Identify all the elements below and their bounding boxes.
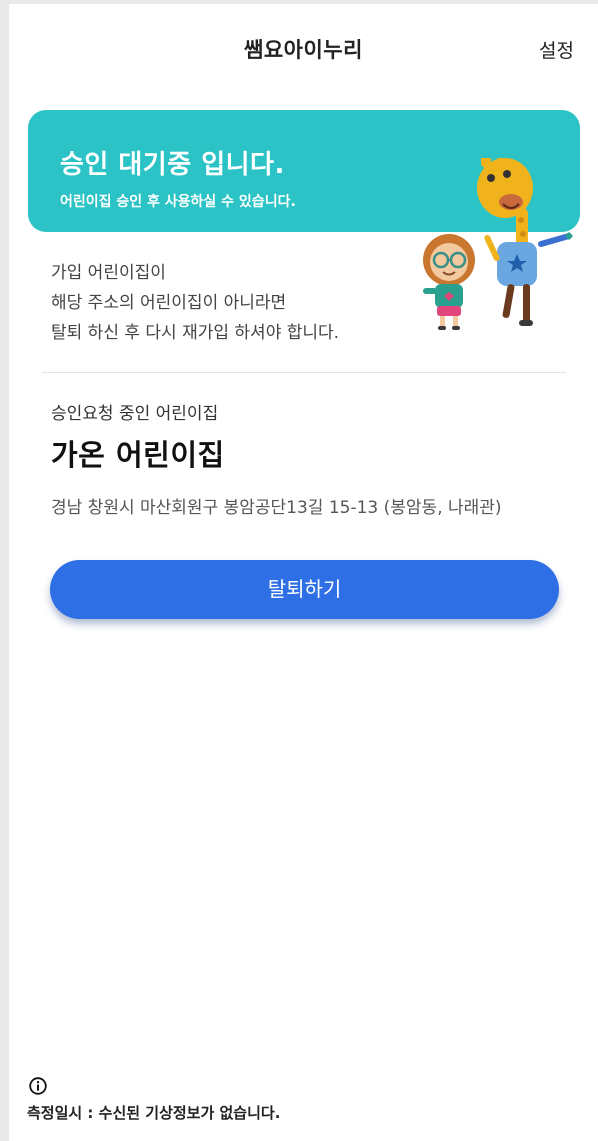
app-title: 쌤요아이누리 — [244, 38, 363, 62]
daycare-name: 가온 어린이집 — [51, 438, 225, 472]
settings-button[interactable]: 설정 — [539, 36, 574, 63]
section-divider — [42, 372, 566, 373]
lion-character — [423, 234, 475, 330]
rejoin-notice: 가입 어린이집이 해당 주소의 어린이집이 아니라면 탈퇴 하신 후 다시 재가… — [51, 258, 339, 348]
kids-characters-illustration — [423, 158, 573, 330]
app-screen: 쌤요아이누리 설정 승인 대기중 입니다. 어린이집 승인 후 사용하실 수 있… — [9, 4, 598, 1141]
giraffe-character — [477, 158, 573, 326]
notice-line: 해당 주소의 어린이집이 아니라면 — [51, 293, 287, 313]
info-circle-icon — [29, 1077, 47, 1095]
notice-line: 탈퇴 하신 후 다시 재가입 하셔야 합니다. — [51, 323, 340, 343]
daycare-address: 경남 창원시 마산회원구 봉암공단13길 15-13 (봉암동, 나래관) — [51, 498, 502, 518]
banner-title: 승인 대기중 입니다. — [60, 150, 285, 180]
notice-line: 가입 어린이집이 — [51, 263, 166, 283]
withdraw-button[interactable]: 탈퇴하기 — [50, 560, 559, 619]
top-app-bar: 쌤요아이누리 설정 — [9, 4, 598, 92]
request-section-label: 승인요청 중인 어린이집 — [51, 404, 219, 424]
weather-measure-status: 측정일시 : 수신된 기상정보가 없습니다. — [27, 1104, 281, 1122]
banner-subtitle: 어린이집 승인 후 사용하실 수 있습니다. — [60, 194, 296, 210]
